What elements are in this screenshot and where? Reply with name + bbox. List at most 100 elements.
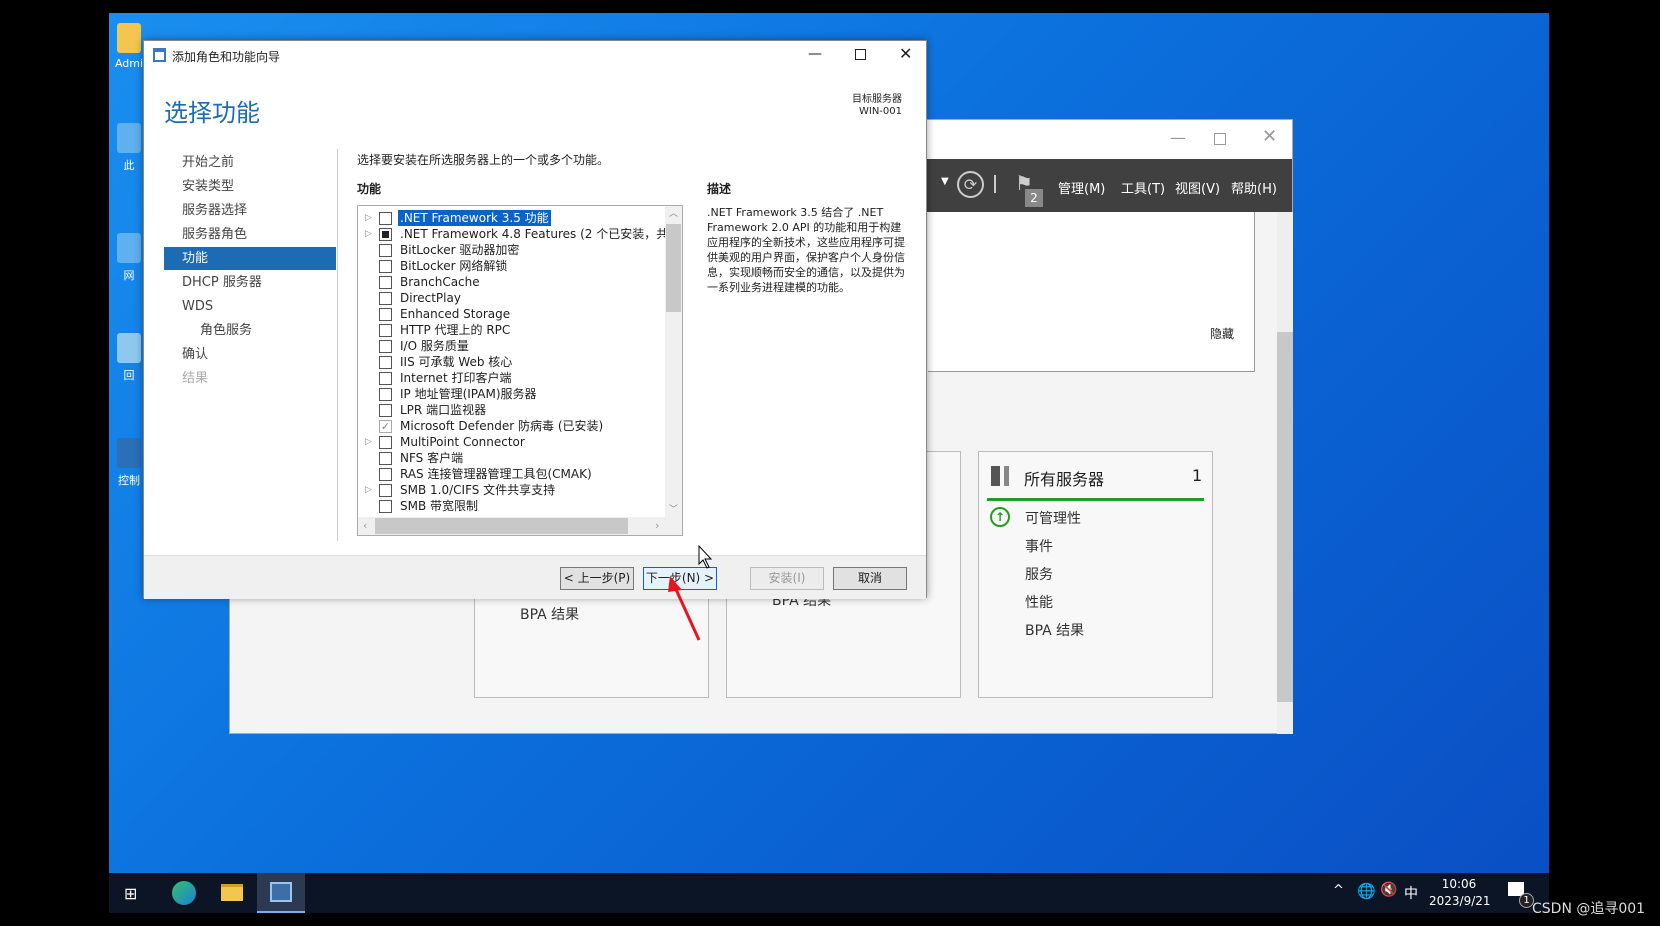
show-hidden-icons[interactable]: ^ [1333, 883, 1344, 898]
wizard-nav-item[interactable]: 角色服务 [164, 319, 336, 342]
install-button[interactable]: 安装(I) [750, 567, 824, 590]
features-tree[interactable]: ▷ .NET Framework 3.5 功能 ▷ .NET Framework 4.… [357, 205, 683, 536]
feature-label[interactable]: .NET Framework 3.5 功能 [398, 210, 551, 226]
vertical-scrollbar[interactable]: ︿ ﹀ [665, 206, 682, 518]
feature-checkbox[interactable] [379, 324, 392, 337]
feature-checkbox[interactable] [379, 372, 392, 385]
scroll-down-icon[interactable]: ﹀ [669, 502, 678, 515]
tile-item[interactable]: BPA 结果 [1025, 620, 1084, 640]
windows-start-icon[interactable]: ⊞ [124, 884, 137, 903]
hide-link[interactable]: 隐藏 [1210, 325, 1234, 342]
edge-icon[interactable] [172, 881, 196, 905]
feature-label[interactable]: RAS 连接管理器管理工具包(CMAK) [398, 466, 594, 482]
wizard-nav-item[interactable]: 结果 [164, 367, 336, 390]
feature-checkbox[interactable] [379, 276, 392, 289]
tile-title[interactable]: 所有服务器 [1024, 466, 1104, 490]
feature-label[interactable]: Microsoft Defender 防病毒 (已安装) [398, 418, 605, 434]
feature-checkbox[interactable] [379, 452, 392, 465]
feature-item[interactable]: ▷ MultiPoint Connector [358, 434, 658, 450]
feature-checkbox[interactable] [379, 308, 392, 321]
tile-item[interactable]: BPA 结果 [520, 604, 579, 624]
feature-item[interactable]: ✓ Microsoft Defender 防病毒 (已安装) [358, 418, 658, 434]
ime-indicator[interactable]: 中 [1404, 883, 1418, 903]
clock[interactable]: 10:06 2023/9/21 [1429, 876, 1491, 910]
feature-label[interactable]: IIS 可承载 Web 核心 [398, 354, 514, 370]
wizard-nav-item[interactable]: DHCP 服务器 [164, 271, 336, 294]
minimize-button[interactable]: — [1170, 128, 1186, 147]
maximize-button[interactable] [1214, 133, 1226, 145]
feature-item[interactable]: ▷ .NET Framework 3.5 功能 [358, 210, 658, 226]
wizard-nav-item[interactable]: 开始之前 [164, 151, 336, 174]
feature-item[interactable]: BitLocker 驱动器加密 [358, 242, 658, 258]
feature-label[interactable]: DirectPlay [398, 290, 463, 306]
wizard-nav-item[interactable]: 服务器角色 [164, 223, 336, 246]
feature-checkbox[interactable] [379, 356, 392, 369]
server-manager-taskbar-button[interactable] [257, 873, 305, 913]
feature-label[interactable]: BranchCache [398, 274, 482, 290]
scrollbar-thumb[interactable] [666, 224, 681, 312]
feature-label[interactable]: BitLocker 网络解锁 [398, 258, 509, 274]
feature-item[interactable]: ▷ .NET Framework 4.8 Features (2 个已安装，共 7 [358, 226, 680, 242]
close-button[interactable]: ✕ [1262, 126, 1277, 147]
feature-item[interactable]: ▷ SMB 1.0/CIFS 文件共享支持 [358, 482, 658, 498]
feature-item[interactable]: IP 地址管理(IPAM)服务器 [358, 386, 658, 402]
feature-item[interactable]: I/O 服务质量 [358, 338, 658, 354]
menu-help[interactable]: 帮助(H) [1231, 178, 1277, 197]
scrollbar[interactable] [1277, 212, 1293, 734]
expand-icon[interactable]: ▷ [365, 482, 372, 498]
horizontal-scrollbar[interactable]: ‹ › [358, 517, 682, 535]
feature-label[interactable]: SMB 1.0/CIFS 文件共享支持 [398, 482, 557, 498]
feature-checkbox[interactable] [379, 244, 392, 257]
feature-label[interactable]: I/O 服务质量 [398, 338, 471, 354]
scrollbar-thumb[interactable] [1277, 332, 1293, 702]
feature-label[interactable]: SMB 带宽限制 [398, 498, 480, 514]
feature-label[interactable]: Enhanced Storage [398, 306, 512, 322]
feature-checkbox[interactable] [379, 292, 392, 305]
maximize-button[interactable] [855, 49, 866, 60]
feature-checkbox[interactable] [379, 388, 392, 401]
feature-checkbox[interactable] [379, 404, 392, 417]
tile-item[interactable]: 性能 [1025, 592, 1053, 612]
feature-item[interactable]: BitLocker 网络解锁 [358, 258, 658, 274]
feature-item[interactable]: SMB 带宽限制 [358, 498, 658, 514]
feature-label[interactable]: IP 地址管理(IPAM)服务器 [398, 386, 539, 402]
menu-manage[interactable]: 管理(M) [1058, 178, 1105, 197]
network-globe-icon[interactable]: 🌐 [1357, 882, 1376, 900]
feature-checkbox[interactable] [379, 340, 392, 353]
feature-item[interactable]: HTTP 代理上的 RPC [358, 322, 658, 338]
cancel-button[interactable]: 取消 [833, 567, 907, 590]
feature-item[interactable]: IIS 可承载 Web 核心 [358, 354, 658, 370]
feature-label[interactable]: MultiPoint Connector [398, 434, 527, 450]
tile-item[interactable]: 可管理性 [1025, 508, 1081, 528]
previous-button[interactable]: < 上一步(P) [560, 567, 634, 590]
scrollbar-thumb[interactable] [375, 518, 628, 534]
feature-item[interactable]: DirectPlay [358, 290, 658, 306]
feature-item[interactable]: NFS 客户端 [358, 450, 658, 466]
expand-icon[interactable]: ▷ [365, 210, 372, 226]
all-servers-tile[interactable]: 所有服务器 1 ↑ 可管理性 事件 服务 性能 BPA 结果 [978, 451, 1213, 698]
feature-checkbox[interactable]: ✓ [379, 420, 392, 433]
menu-view[interactable]: 视图(V) [1175, 178, 1220, 197]
scroll-left-icon[interactable]: ‹ [363, 519, 367, 532]
close-button[interactable]: ✕ [899, 44, 912, 63]
menu-tools[interactable]: 工具(T) [1121, 178, 1165, 197]
feature-item[interactable]: LPR 端口监视器 [358, 402, 658, 418]
wizard-nav-item[interactable]: 安装类型 [164, 175, 336, 198]
feature-checkbox[interactable] [379, 260, 392, 273]
feature-item[interactable]: Enhanced Storage [358, 306, 658, 322]
scroll-right-icon[interactable]: › [655, 519, 659, 532]
wizard-nav-item[interactable]: 服务器选择 [164, 199, 336, 222]
feature-label[interactable]: .NET Framework 4.8 Features (2 个已安装，共 7 [398, 226, 682, 242]
dropdown-icon[interactable]: ▼ [941, 176, 949, 187]
feature-label[interactable]: Internet 打印客户端 [398, 370, 513, 386]
expand-icon[interactable]: ▷ [365, 434, 372, 450]
refresh-icon[interactable]: ⟳ [957, 171, 984, 198]
wizard-nav-item[interactable]: 确认 [164, 343, 336, 366]
wizard-nav-item[interactable]: 功能 [164, 247, 336, 270]
feature-item[interactable]: RAS 连接管理器管理工具包(CMAK) [358, 466, 658, 482]
minimize-button[interactable]: — [808, 46, 822, 62]
scroll-up-icon[interactable]: ︿ [669, 206, 678, 219]
tile-item[interactable]: 服务 [1025, 564, 1053, 584]
feature-checkbox[interactable] [379, 228, 392, 241]
expand-icon[interactable]: ▷ [365, 226, 372, 242]
